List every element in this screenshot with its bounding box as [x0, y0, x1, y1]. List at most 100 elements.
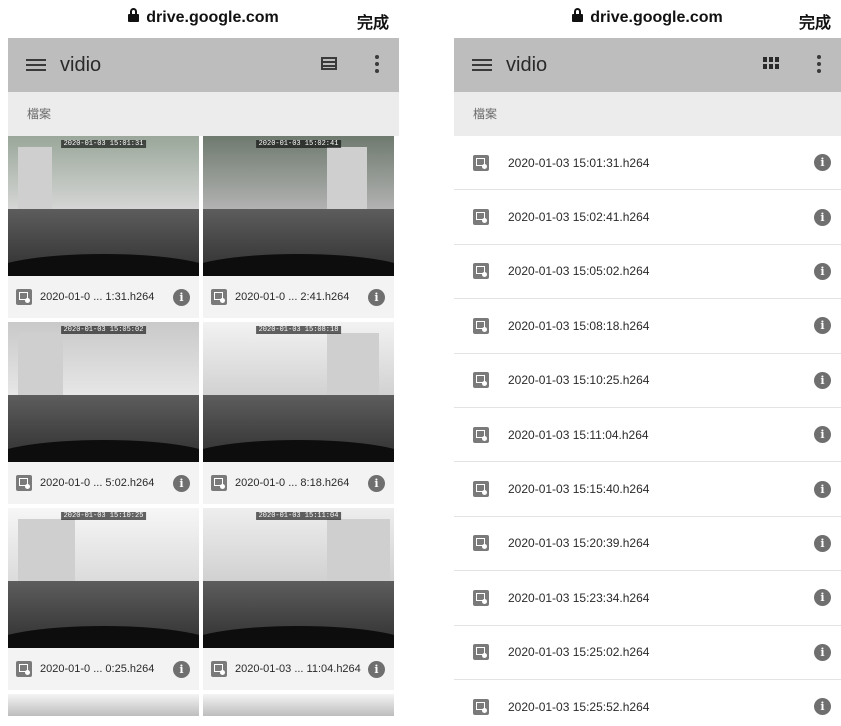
file-name: 2020-01-03 15:10:25.h264 [508, 373, 650, 388]
file-row[interactable]: 2020-01-03 15:05:02.h264 i [454, 245, 841, 300]
video-file-icon [473, 263, 489, 280]
info-icon[interactable]: i [814, 534, 831, 552]
grid-view-icon[interactable] [763, 57, 779, 69]
file-name: 2020-01-03 15:08:18.h264 [508, 318, 650, 333]
info-icon[interactable]: i [173, 288, 190, 306]
file-card[interactable]: 2020-01-03 15:02:41 2020-01-0 ... 2:41.h2… [203, 136, 394, 318]
info-icon[interactable]: i [368, 288, 385, 306]
lock-icon [128, 8, 140, 22]
section-header: 檔案 [454, 92, 841, 136]
file-name: 2020-01-03 15:05:02.h264 [508, 264, 650, 279]
info-icon[interactable]: i [814, 480, 831, 498]
file-card[interactable]: 2020-01-03 15:01:31 2020-01-0 ... 1:31.h2… [8, 136, 199, 318]
info-icon[interactable]: i [814, 643, 831, 661]
file-card-partial[interactable] [8, 694, 199, 716]
video-file-icon [473, 698, 489, 715]
video-thumbnail [203, 694, 394, 716]
timestamp-overlay: 2020-01-03 15:05:02 [60, 326, 147, 334]
folder-title: vidio [60, 53, 102, 76]
file-meta: 2020-01-0 ... 5:02.h264 i [8, 462, 199, 504]
video-thumbnail: 2020-01-03 15:11:04 [203, 508, 394, 648]
video-file-icon [473, 154, 489, 171]
info-icon[interactable]: i [814, 208, 831, 226]
video-file-icon [473, 317, 489, 334]
info-icon[interactable]: i [368, 474, 385, 492]
video-file-icon [16, 289, 32, 305]
video-file-icon [473, 426, 489, 443]
info-icon[interactable]: i [814, 317, 831, 335]
file-name: 2020-01-03 15:15:40.h264 [508, 482, 650, 497]
video-thumbnail: 2020-01-03 15:02:41 [203, 136, 394, 276]
file-row[interactable]: 2020-01-03 15:02:41.h264 i [454, 190, 841, 245]
done-button[interactable]: 完成 [799, 9, 831, 33]
info-icon[interactable]: i [814, 262, 831, 280]
file-meta: 2020-01-03 ... 11:04.h264 i [203, 648, 394, 690]
file-name: 2020-01-03 15:20:39.h264 [508, 536, 650, 551]
file-card[interactable]: 2020-01-03 15:05:02 2020-01-0 ... 5:02.h2… [8, 322, 199, 504]
file-list: 2020-01-03 15:01:31.h264 i 2020-01-03 15:0… [454, 136, 841, 726]
lock-icon [572, 8, 584, 22]
timestamp-overlay: 2020-01-03 15:11:04 [255, 512, 342, 520]
address-bar[interactable]: drive.google.com 完成 [8, 0, 399, 38]
video-file-icon [211, 661, 227, 677]
info-icon[interactable]: i [173, 660, 190, 678]
done-button[interactable]: 完成 [357, 9, 389, 33]
timestamp-overlay: 2020-01-03 15:02:41 [255, 140, 342, 148]
url-display: drive.google.com [454, 8, 841, 27]
more-options-icon[interactable] [817, 54, 821, 73]
file-row[interactable]: 2020-01-03 15:23:34.h264 i [454, 571, 841, 626]
info-icon[interactable]: i [368, 660, 385, 678]
info-icon[interactable]: i [814, 698, 831, 716]
file-row[interactable]: 2020-01-03 15:08:18.h264 i [454, 299, 841, 354]
video-file-icon [16, 661, 32, 677]
video-file-icon [211, 289, 227, 305]
file-card[interactable]: 2020-01-03 15:08:18 2020-01-0 ... 8:18.h2… [203, 322, 394, 504]
file-row[interactable]: 2020-01-03 15:11:04.h264 i [454, 408, 841, 463]
file-row[interactable]: 2020-01-03 15:10:25.h264 i [454, 354, 841, 408]
grid-view-screen: drive.google.com 完成 vidio 檔案 2020-01-03 … [8, 0, 399, 726]
video-file-icon [473, 535, 489, 552]
app-toolbar: vidio [454, 38, 841, 92]
file-row[interactable]: 2020-01-03 15:25:02.h264 i [454, 626, 841, 680]
video-thumbnail [8, 694, 199, 716]
file-row[interactable]: 2020-01-03 15:25:52.h264 i [454, 680, 841, 726]
video-thumbnail: 2020-01-03 15:08:18 [203, 322, 394, 462]
hamburger-menu-icon[interactable] [26, 58, 46, 72]
file-name: 2020-01-0 ... 8:18.h264 [235, 477, 350, 489]
video-file-icon [473, 481, 489, 498]
file-name: 2020-01-03 15:01:31.h264 [508, 155, 650, 170]
info-icon[interactable]: i [814, 154, 831, 172]
video-file-icon [473, 644, 489, 661]
info-icon[interactable]: i [173, 474, 190, 492]
url-text: drive.google.com [146, 9, 279, 26]
hamburger-menu-icon[interactable] [472, 58, 492, 72]
file-name: 2020-01-03 15:11:04.h264 [508, 427, 649, 442]
info-icon[interactable]: i [814, 589, 831, 607]
file-card-partial[interactable] [203, 694, 394, 716]
timestamp-overlay: 2020-01-03 15:08:18 [255, 326, 342, 334]
timestamp-overlay: 2020-01-03 15:10:25 [60, 512, 147, 520]
video-thumbnail: 2020-01-03 15:10:25 [8, 508, 199, 648]
section-header: 檔案 [8, 92, 399, 136]
file-card[interactable]: 2020-01-03 15:10:25 2020-01-0 ... 0:25.h2… [8, 508, 199, 690]
url-display: drive.google.com [8, 8, 399, 27]
file-row[interactable]: 2020-01-03 15:15:40.h264 i [454, 462, 841, 517]
file-row[interactable]: 2020-01-03 15:20:39.h264 i [454, 517, 841, 572]
video-thumbnail: 2020-01-03 15:05:02 [8, 322, 199, 462]
info-icon[interactable]: i [814, 426, 831, 444]
address-bar[interactable]: drive.google.com 完成 [454, 0, 841, 38]
file-card[interactable]: 2020-01-03 15:11:04 2020-01-03 ... 11:04.… [203, 508, 394, 690]
more-options-icon[interactable] [375, 54, 379, 73]
list-view-icon[interactable] [321, 57, 337, 70]
file-name: 2020-01-03 15:25:02.h264 [508, 645, 650, 660]
file-name: 2020-01-0 ... 5:02.h264 [40, 477, 155, 489]
video-file-icon [473, 372, 489, 389]
file-name: 2020-01-03 15:25:52.h264 [508, 699, 650, 714]
file-meta: 2020-01-0 ... 1:31.h264 i [8, 276, 199, 318]
info-icon[interactable]: i [814, 371, 831, 389]
file-name: 2020-01-0 ... 0:25.h264 [40, 663, 155, 675]
timestamp-overlay: 2020-01-03 15:01:31 [60, 140, 147, 148]
file-row[interactable]: 2020-01-03 15:01:31.h264 i [454, 136, 841, 191]
video-thumbnail: 2020-01-03 15:01:31 [8, 136, 199, 276]
url-text: drive.google.com [590, 9, 723, 26]
